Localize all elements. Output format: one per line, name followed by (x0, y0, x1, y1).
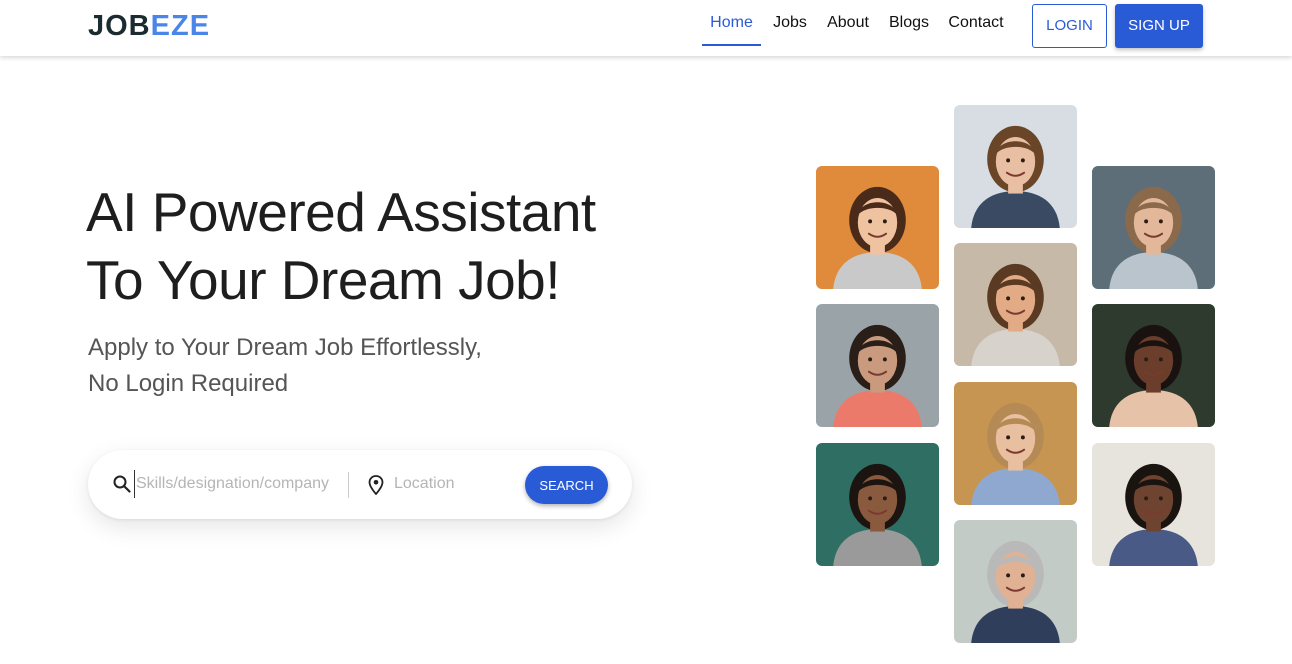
portrait-image (816, 443, 939, 566)
nav-link-jobs[interactable]: Jobs (770, 0, 810, 46)
search-icon (113, 475, 131, 493)
nav-link-home[interactable]: Home (702, 0, 761, 46)
portrait-image (954, 105, 1077, 228)
login-button[interactable]: LOGIN (1032, 4, 1107, 48)
photo-woman-long-hair-coral-top (816, 304, 939, 427)
portrait-image (1092, 304, 1215, 427)
nav-link-about[interactable]: About (824, 0, 872, 46)
job-search-bar: SEARCH (88, 450, 632, 519)
photo-woman-smiling-orange-bg (816, 166, 939, 289)
photo-man-on-phone-beard (954, 243, 1077, 366)
signup-button[interactable]: SIGN UP (1115, 4, 1203, 48)
portrait-image (1092, 166, 1215, 289)
hero-subtitle: Apply to Your Dream Job Effortlessly, No… (88, 330, 608, 402)
portrait-image (816, 304, 939, 427)
hero-title: AI Powered Assistant To Your Dream Job! (86, 178, 726, 314)
portrait-image (954, 520, 1077, 643)
photo-woman-wavy-hair-smiling (954, 105, 1077, 228)
search-divider (348, 472, 349, 498)
portrait-image (1092, 443, 1215, 566)
brand-logo-part2: EZE (150, 10, 211, 42)
keyword-search-input[interactable] (134, 470, 334, 498)
photo-woman-curly-hair-phone (1092, 304, 1215, 427)
brand-logo[interactable]: JOBEZE (88, 8, 210, 44)
hero-title-line1: AI Powered Assistant (86, 181, 596, 243)
photo-man-glasses-suit-phone (954, 520, 1077, 643)
navbar: JOBEZE Home Jobs About Blogs Contact LOG… (0, 0, 1292, 56)
portrait-image (816, 166, 939, 289)
location-pin-icon (368, 475, 384, 495)
photo-woman-curly-hair-gray-sweater (816, 443, 939, 566)
photo-man-laptop-smiling (1092, 443, 1215, 566)
hero-subtitle-line2: No Login Required (88, 370, 289, 397)
search-button[interactable]: SEARCH (525, 466, 608, 504)
portrait-image (954, 382, 1077, 505)
nav-link-blogs[interactable]: Blogs (886, 0, 932, 46)
portrait-image (954, 243, 1077, 366)
nav-link-contact[interactable]: Contact (946, 0, 1006, 46)
hero-title-line2: To Your Dream Job! (86, 249, 561, 311)
location-input[interactable] (394, 470, 514, 498)
hero-subtitle-line1: Apply to Your Dream Job Effortlessly, (88, 334, 482, 361)
brand-logo-part1: JOB (88, 10, 151, 42)
photo-man-headphones-phone (1092, 166, 1215, 289)
photo-woman-blonde-blue-shirt (954, 382, 1077, 505)
